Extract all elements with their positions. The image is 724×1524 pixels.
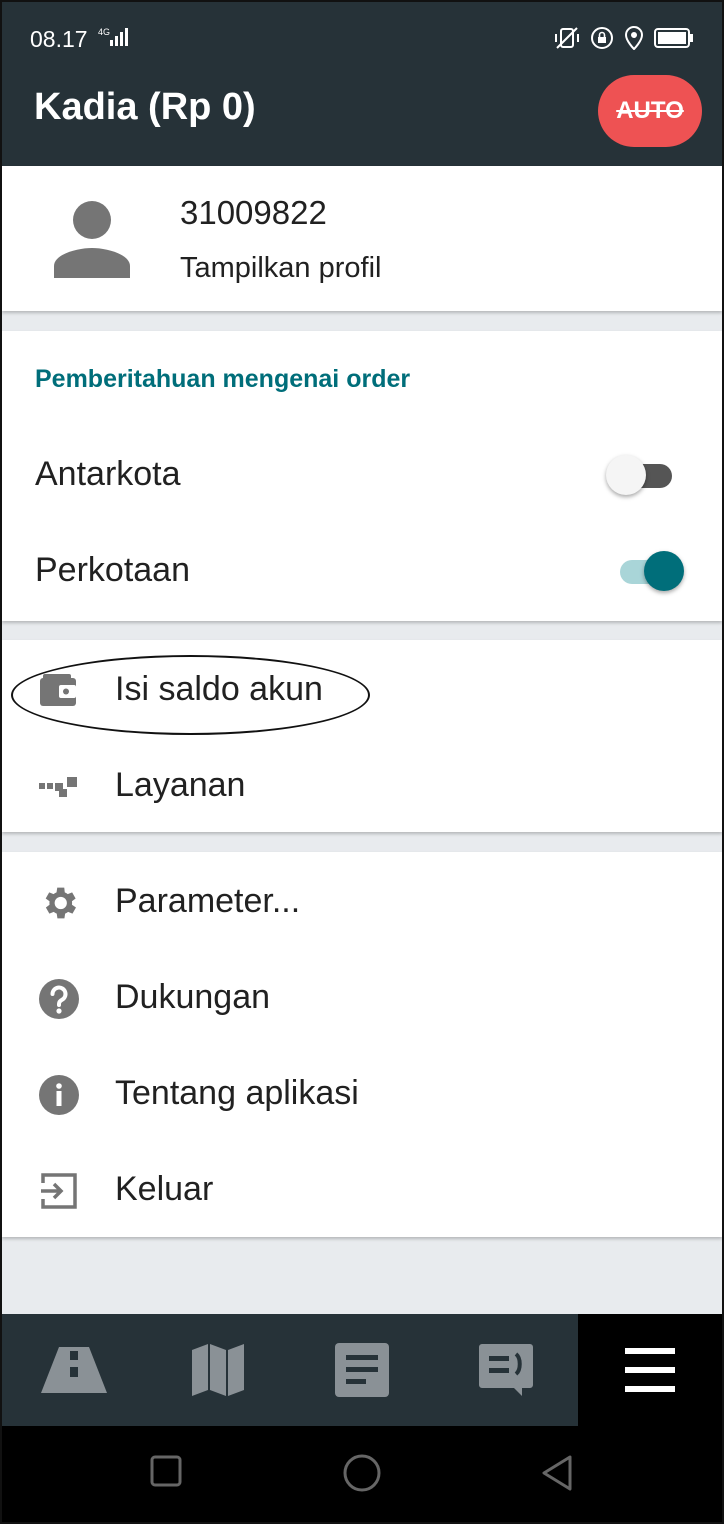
intercity-toggle[interactable] [606, 455, 686, 495]
show-profile-link[interactable]: Tampilkan profil [180, 252, 381, 285]
hamburger-menu-icon [625, 1348, 675, 1392]
vibrate-off-icon [555, 27, 579, 49]
location-icon [624, 26, 644, 50]
app-header: 08.17 4G Kadia (Rp 0) AUTO [0, 0, 724, 166]
intercity-switch-row[interactable]: Antarkota [2, 427, 722, 523]
menu-item-label: Dukungan [115, 978, 271, 1016]
chat-icon [479, 1344, 533, 1396]
auto-button[interactable]: AUTO [598, 75, 702, 147]
recent-apps-button[interactable] [150, 1454, 182, 1493]
orders-list-icon [335, 1343, 389, 1397]
switch-label: Antarkota [35, 455, 181, 493]
home-button[interactable] [342, 1454, 382, 1497]
status-bar: 08.17 4G [0, 18, 724, 60]
square-icon [150, 1455, 182, 1487]
order-notifications-card: Pemberitahuan mengenai order Antarkota P… [2, 331, 722, 621]
account-id: 31009822 [180, 194, 327, 231]
nav-road[interactable] [2, 1314, 146, 1426]
info-icon [36, 1072, 82, 1118]
status-time: 08.17 [30, 26, 88, 52]
nav-menu[interactable] [578, 1314, 722, 1426]
menu-item-label: Tentang aplikasi [115, 1074, 359, 1112]
page-title: Kadia (Rp 0) [34, 86, 256, 128]
settings-menu-card: Parameter... Dukungan Tentang aplikasi K… [2, 852, 722, 1237]
battery-icon [654, 28, 693, 48]
taxi-checker-icon [36, 764, 82, 810]
menu-item-parameters[interactable]: Parameter... [2, 854, 722, 950]
menu-item-label: Layanan [115, 766, 246, 804]
status-icons [554, 26, 694, 50]
road-icon [41, 1347, 107, 1393]
nav-chat[interactable] [434, 1314, 578, 1426]
menu-item-support[interactable]: Dukungan [2, 950, 722, 1046]
lock-rotation-icon [591, 27, 613, 49]
wallet-icon [36, 668, 82, 714]
menu-item-label: Parameter... [115, 882, 301, 920]
bottom-navigation [0, 1314, 724, 1426]
back-triangle-icon [542, 1455, 572, 1491]
menu-item-top-up[interactable]: Isi saldo akun [2, 642, 722, 738]
menu-item-label: Keluar [115, 1170, 214, 1208]
back-button[interactable] [540, 1454, 574, 1497]
toggle-knob [606, 455, 646, 495]
network-type-label: 4G [98, 27, 110, 37]
account-menu-card: Isi saldo akun Layanan [2, 640, 722, 832]
exit-icon [36, 1168, 82, 1214]
help-icon [36, 976, 82, 1022]
system-navigation-bar [0, 1426, 724, 1524]
toggle-knob [644, 551, 684, 591]
nav-map[interactable] [146, 1314, 290, 1426]
menu-item-about[interactable]: Tentang aplikasi [2, 1046, 722, 1142]
section-title: Pemberitahuan mengenai order [35, 365, 411, 393]
avatar [50, 200, 134, 285]
urban-toggle[interactable] [606, 551, 686, 591]
switch-label: Perkotaan [35, 551, 190, 589]
circle-icon [343, 1454, 381, 1492]
menu-item-services[interactable]: Layanan [2, 738, 722, 834]
gear-icon [36, 880, 82, 926]
menu-item-label: Isi saldo akun [115, 670, 323, 708]
map-icon [192, 1344, 244, 1396]
person-icon [54, 201, 130, 278]
profile-card[interactable]: 31009822 Tampilkan profil [2, 166, 722, 311]
nav-orders[interactable] [290, 1314, 434, 1426]
urban-switch-row[interactable]: Perkotaan [2, 523, 722, 619]
menu-item-logout[interactable]: Keluar [2, 1142, 722, 1238]
signal-icon: 4G [98, 26, 134, 54]
